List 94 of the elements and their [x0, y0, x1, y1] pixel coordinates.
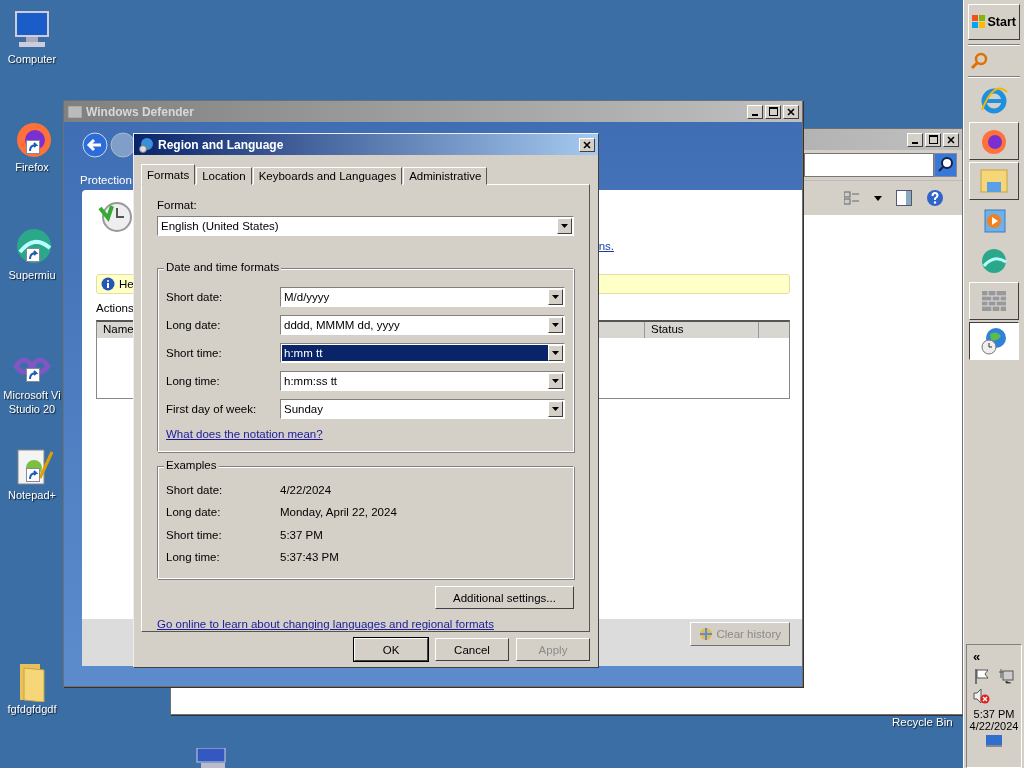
maximize-icon — [928, 135, 938, 144]
window-title: Region and Language — [158, 137, 285, 152]
window-icon — [68, 105, 82, 118]
search-icon — [937, 155, 954, 172]
actions-label: Actions — [96, 302, 135, 314]
shortcut-arrow-icon — [26, 368, 40, 382]
dropdown-arrow-icon — [552, 406, 559, 411]
maximize-button[interactable] — [925, 132, 941, 147]
shield-icon — [699, 627, 714, 641]
globe-icon — [138, 136, 154, 153]
dialog-button[interactable]: Cancel — [435, 638, 509, 661]
tab[interactable]: Formats — [141, 164, 196, 185]
maximize-button[interactable] — [765, 104, 781, 119]
field-label: Long date: — [166, 318, 222, 331]
example-label: Short time: — [166, 528, 223, 541]
example-label: Long date: — [166, 506, 222, 519]
dropdown-arrow-icon — [561, 224, 568, 228]
shortcut-arrow-icon — [26, 468, 40, 482]
desktop-icon-label[interactable]: Notepad+ — [8, 488, 56, 502]
start-button[interactable]: Start — [968, 4, 1020, 40]
close-button[interactable] — [943, 132, 959, 147]
example-value: 4/22/2024 — [280, 483, 333, 496]
format-dropdown[interactable]: M/d/yyyy — [280, 286, 565, 307]
info-text: He — [119, 278, 134, 290]
maximize-icon — [768, 107, 778, 116]
search-field[interactable] — [804, 153, 934, 177]
tab[interactable]: Keyboards and Languages — [252, 167, 403, 185]
field-label: First day of week: — [166, 402, 258, 415]
field-label: Short date: — [166, 290, 224, 303]
clock-date[interactable]: 4/22/2024 — [969, 720, 1019, 732]
desktop-icon-label[interactable]: Studio 20 — [8, 402, 56, 416]
notation-link[interactable]: What does the notation mean? — [166, 427, 323, 440]
field-label: Long time: — [166, 374, 221, 387]
network-icon[interactable] — [998, 668, 1014, 684]
dropdown-arrow-icon — [552, 294, 559, 299]
group-title: Examples — [164, 459, 219, 472]
help-icon[interactable] — [926, 189, 944, 207]
example-value: 5:37:43 PM — [280, 551, 340, 564]
tab[interactable]: Location — [196, 167, 252, 185]
example-value: Monday, April 22, 2024 — [280, 506, 398, 519]
flag-icon[interactable] — [974, 668, 990, 684]
column-header[interactable]: Status — [645, 322, 759, 338]
desktop-icon-label[interactable]: fgfdgfdgdf — [7, 702, 57, 716]
preview-pane-icon[interactable] — [896, 190, 912, 206]
format-dropdown[interactable]: h:mm tt — [280, 342, 565, 363]
speaker-muted-icon[interactable] — [973, 688, 991, 704]
close-icon — [583, 140, 591, 149]
tab[interactable]: Administrative — [403, 167, 488, 185]
protection-label: Protection — [80, 174, 132, 186]
browser-icon — [979, 86, 1009, 116]
example-label: Long time: — [166, 551, 221, 564]
online-link[interactable]: Go online to learn about changing languages and regional formats — [157, 618, 494, 630]
dropdown-arrow-icon — [552, 350, 559, 355]
view-list-icon[interactable] — [844, 191, 860, 205]
dropdown-arrow-icon — [552, 322, 559, 327]
close-button[interactable] — [579, 137, 595, 152]
desktop-icon-label[interactable]: Microsoft Vi — [3, 388, 61, 402]
example-label: Short date: — [166, 483, 224, 496]
dropdown-arrow-icon — [552, 378, 559, 383]
format-dropdown[interactable]: dddd, MMMM dd, yyyy — [280, 314, 565, 335]
desktop-icon-label[interactable]: Firefox — [15, 160, 49, 174]
minimize-button[interactable] — [907, 132, 923, 147]
dropdown-arrow-icon[interactable] — [874, 195, 882, 201]
search-button[interactable] — [934, 153, 957, 177]
link-text[interactable]: ns. — [598, 240, 614, 260]
browser-icon — [979, 246, 1009, 276]
clock-time[interactable]: 5:37 PM — [973, 708, 1015, 720]
dialog-button[interactable]: OK — [354, 638, 428, 661]
window-title: Windows Defender — [86, 104, 195, 119]
taskbar-button[interactable] — [969, 322, 1019, 360]
group-title: Date and time formats — [164, 260, 282, 273]
minimize-icon — [752, 113, 758, 116]
shortcut-arrow-icon — [26, 140, 40, 154]
minimize-button[interactable] — [747, 104, 763, 119]
desktop-icon-label[interactable]: Computer — [7, 52, 57, 66]
minimize-icon — [912, 141, 918, 144]
info-icon — [101, 277, 115, 291]
desktop-icon-label[interactable]: Recycle Bin — [892, 716, 953, 728]
additional-settings-button[interactable]: Additional settings... — [435, 586, 574, 609]
desktop-icon-label[interactable]: Supermiu — [8, 268, 56, 282]
field-label: Short time: — [166, 346, 223, 359]
shortcut-arrow-icon — [26, 248, 40, 262]
format-dropdown[interactable]: h:mm:ss tt — [280, 370, 565, 391]
format-label: Format: — [157, 199, 198, 211]
globe-clock-icon — [979, 326, 1009, 356]
chevron-button[interactable]: « — [973, 649, 981, 664]
close-icon — [947, 135, 955, 144]
format-dropdown[interactable]: Sunday — [280, 398, 565, 419]
format-dropdown[interactable]: English (United States) — [157, 216, 574, 236]
example-value: 5:37 PM — [280, 528, 324, 541]
close-icon — [787, 107, 795, 116]
windows-logo-icon — [972, 15, 986, 29]
close-button[interactable] — [783, 104, 799, 119]
folder-icon — [979, 166, 1009, 196]
